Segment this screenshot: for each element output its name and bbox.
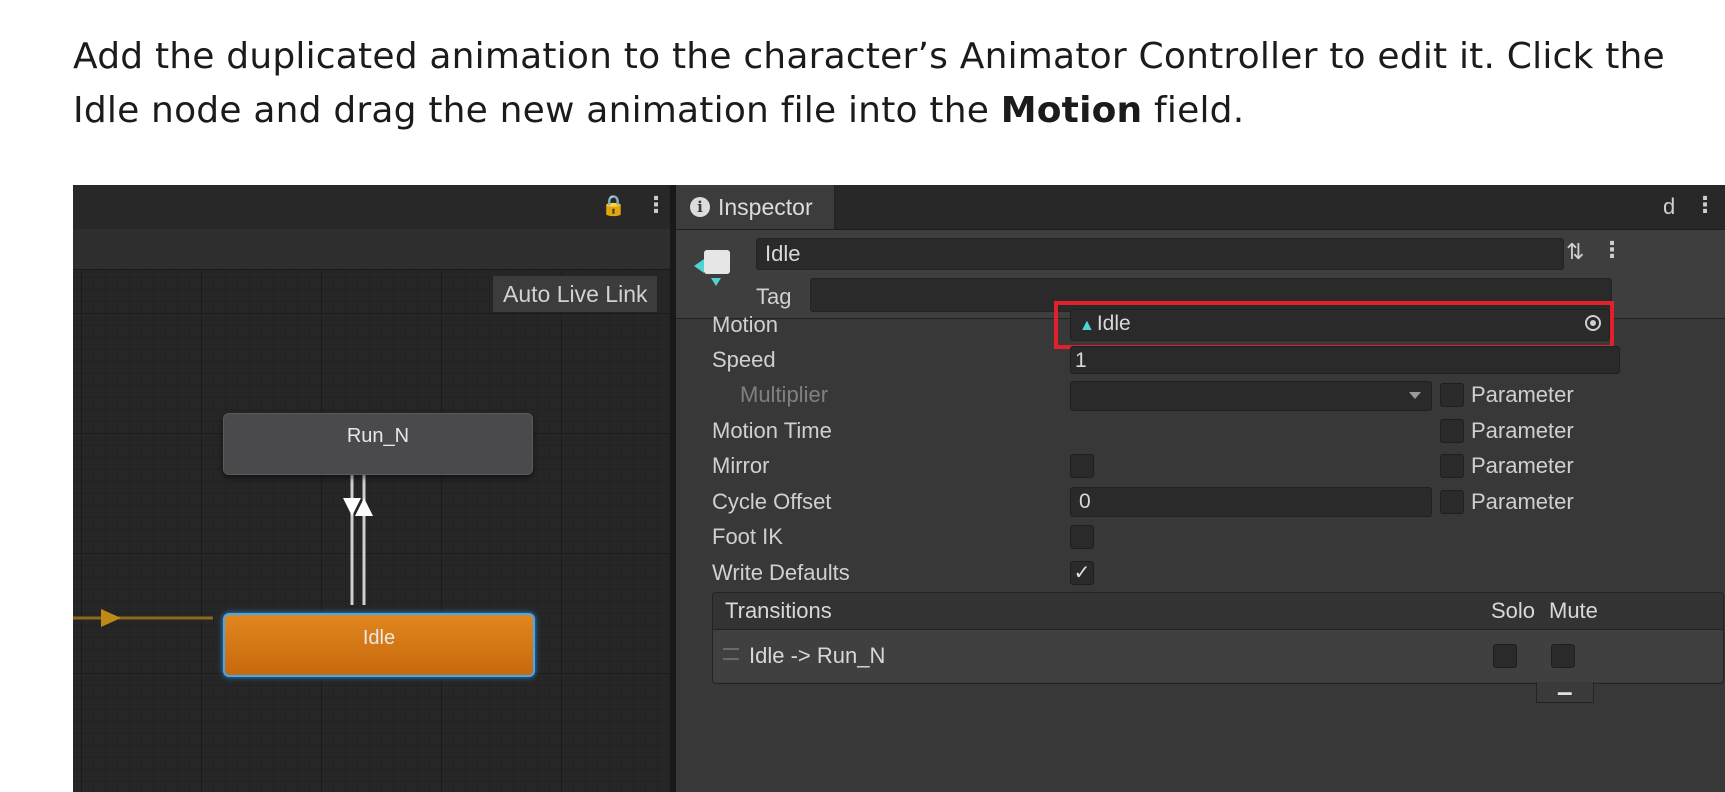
state-node-run-n[interactable]: Run_N bbox=[223, 413, 533, 475]
unlock-icon[interactable]: ԁ bbox=[1663, 196, 1675, 218]
cycle-offset-label: Cycle Offset bbox=[712, 489, 832, 514]
mirror-parameter-checkbox[interactable] bbox=[1440, 454, 1464, 478]
cycle-offset-parameter-label: Parameter bbox=[1471, 489, 1574, 514]
write-defaults-checkbox[interactable]: ✓ bbox=[1070, 561, 1094, 585]
motion-highlight-box bbox=[1054, 301, 1614, 349]
checkmark-icon: ✓ bbox=[1073, 562, 1091, 584]
mirror-parameter-label: Parameter bbox=[1471, 453, 1574, 478]
info-icon: i bbox=[690, 197, 710, 217]
instruction-bold-motion: Motion bbox=[1000, 90, 1143, 131]
tab-inspector[interactable]: i Inspector bbox=[676, 185, 835, 229]
animator-graph-panel[interactable]: 🔒 ⋮ Auto Live Link Run_N Idle bbox=[73, 185, 670, 792]
cycle-offset-parameter-checkbox[interactable] bbox=[1440, 490, 1464, 514]
motion-label: Motion bbox=[712, 312, 779, 337]
tab-inspector-label: Inspector bbox=[718, 194, 813, 220]
remove-transition-button[interactable]: – bbox=[1557, 676, 1573, 708]
transitions-title: Transitions bbox=[725, 598, 832, 623]
inspector-kebab-icon[interactable]: ⋮ bbox=[1694, 194, 1716, 216]
inspector-panel: i Inspector ԁ ⋮ Idle ⇅ ⋮ Tag Motion ▲Idl… bbox=[676, 185, 1725, 792]
list-item[interactable]: Idle -> Run_N bbox=[713, 630, 1723, 682]
transitions-header: Transitions Solo Mute bbox=[713, 593, 1723, 630]
multiplier-label: Multiplier bbox=[740, 382, 829, 407]
write-defaults-label: Write Defaults bbox=[712, 560, 850, 585]
state-node-idle[interactable]: Idle bbox=[223, 613, 535, 677]
solo-checkbox[interactable] bbox=[1493, 644, 1517, 668]
entry-arrow-icon bbox=[101, 609, 121, 627]
unity-screenshot: 🔒 ⋮ Auto Live Link Run_N Idle i Inspecto… bbox=[73, 185, 1725, 792]
motion-time-parameter-label: Parameter bbox=[1471, 418, 1574, 443]
multiplier-dropdown[interactable] bbox=[1070, 381, 1432, 411]
speed-label: Speed bbox=[712, 347, 776, 372]
inspector-tabbar: i Inspector ԁ ⋮ bbox=[676, 185, 1725, 230]
foot-ik-label: Foot IK bbox=[712, 524, 783, 549]
header-kebab-icon[interactable]: ⋮ bbox=[1601, 239, 1623, 261]
mirror-checkbox[interactable] bbox=[1070, 454, 1094, 478]
foot-ik-checkbox[interactable] bbox=[1070, 525, 1094, 549]
mute-checkbox[interactable] bbox=[1551, 644, 1575, 668]
solo-column-header: Solo bbox=[1491, 598, 1536, 623]
mute-column-header: Mute bbox=[1549, 598, 1598, 623]
multiplier-parameter-checkbox[interactable] bbox=[1440, 383, 1464, 407]
drag-handle-icon[interactable] bbox=[723, 648, 739, 660]
speed-input[interactable]: 1 bbox=[1070, 346, 1620, 374]
chevron-down-icon bbox=[1409, 392, 1421, 399]
transition-arrows bbox=[73, 435, 373, 627]
transitions-footer: – bbox=[1536, 676, 1594, 707]
multiplier-parameter-label: Parameter bbox=[1471, 382, 1574, 407]
transitions-list: Transitions Solo Mute Idle -> Run_N bbox=[712, 592, 1724, 684]
preset-sliders-icon[interactable]: ⇅ bbox=[1566, 240, 1584, 264]
cycle-offset-input[interactable]: 0 bbox=[1070, 487, 1432, 517]
motion-time-label: Motion Time bbox=[712, 418, 832, 443]
instruction-text: Add the duplicated animation to the char… bbox=[73, 30, 1673, 138]
instruction-text-before: Add the duplicated animation to the char… bbox=[73, 36, 1665, 131]
motion-time-parameter-checkbox[interactable] bbox=[1440, 419, 1464, 443]
transition-item-label: Idle -> Run_N bbox=[749, 643, 886, 668]
state-name-input[interactable]: Idle bbox=[756, 238, 1564, 270]
animator-state-icon bbox=[694, 250, 730, 286]
tag-label: Tag bbox=[756, 284, 792, 309]
mirror-label: Mirror bbox=[712, 453, 770, 478]
instruction-text-after: field. bbox=[1142, 90, 1245, 131]
